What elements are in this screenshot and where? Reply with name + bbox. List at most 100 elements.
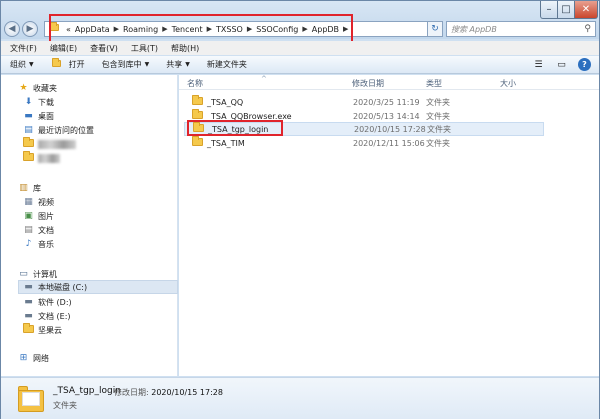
chevron-right-icon[interactable]: ▶: [112, 25, 121, 33]
forward-button[interactable]: ▶: [22, 21, 38, 37]
breadcrumb-prefix[interactable]: «: [64, 25, 73, 34]
breadcrumb: « AppData ▶ Roaming ▶ Tencent ▶ TXSSO ▶ SSOC…: [45, 22, 350, 34]
chevron-right-icon[interactable]: ▶: [300, 25, 309, 33]
file-type: 文件夹: [427, 124, 451, 134]
open-button[interactable]: 打开: [51, 57, 85, 70]
menu-tools[interactable]: 工具(T): [131, 43, 158, 54]
nav-favorites[interactable]: ★ 收藏夹: [18, 81, 57, 95]
details-name: _TSA_tgp_login: [53, 386, 121, 396]
desktop-icon: ▬: [24, 111, 33, 121]
document-icon: ▤: [24, 225, 33, 235]
explorer-window: – □ ✕ ◀ ▶ « AppData ▶ Roaming ▶ Tencent ▶ T…: [0, 0, 600, 419]
music-icon: ♪: [25, 239, 32, 249]
file-date: 2020/3/25 11:19: [353, 97, 420, 107]
maximize-button[interactable]: □: [557, 1, 575, 19]
file-type: 文件夹: [426, 111, 450, 121]
nav-pictures-label: 图片: [38, 211, 54, 221]
title-bar: – □ ✕ ◀ ▶ « AppData ▶ Roaming ▶ Tencent ▶ T…: [1, 1, 599, 39]
nav-music[interactable]: ♪ 音乐: [23, 237, 54, 251]
search-icon[interactable]: ⚲: [584, 24, 591, 34]
nav-recent[interactable]: ▤ 最近访问的位置: [23, 123, 94, 137]
include-label: 包含到库中: [101, 60, 142, 69]
nav-drive-e[interactable]: ▬ 文档 (E:): [23, 309, 71, 323]
table-row[interactable]: _TSA_QQBrowser.exe 2020/5/13 14:14 文件夹: [184, 109, 544, 123]
drive-icon: ▬: [24, 297, 33, 307]
large-folder-icon: [18, 386, 44, 412]
dropdown-arrow-icon: ▼: [185, 61, 190, 68]
column-type[interactable]: 类型: [426, 78, 442, 89]
nav-computer[interactable]: ▭ 计算机: [18, 267, 57, 281]
nav-drive-d-label: 软件 (D:): [38, 297, 72, 307]
file-name: _TSA_TIM: [207, 138, 245, 148]
breadcrumb-appdb[interactable]: AppDB: [310, 25, 341, 34]
redacted-label: [38, 153, 60, 163]
share-button[interactable]: 共享 ▼: [166, 59, 190, 70]
file-type: 文件夹: [426, 97, 450, 107]
chevron-right-icon[interactable]: ▶: [245, 25, 254, 33]
column-size[interactable]: 大小: [500, 78, 516, 89]
menu-view[interactable]: 查看(V): [90, 43, 118, 54]
menu-help[interactable]: 帮助(H): [171, 43, 199, 54]
open-label: 打开: [68, 60, 85, 69]
folder-icon: [23, 151, 34, 163]
nav-libraries-label: 库: [33, 183, 41, 193]
refresh-button[interactable]: ↻: [427, 21, 443, 37]
search-box[interactable]: 搜索 AppDB ⚲: [446, 21, 596, 37]
details-pane: _TSA_tgp_login 修改日期: 2020/10/15 17:28 文件…: [1, 377, 599, 419]
chevron-right-icon[interactable]: ▶: [160, 25, 169, 33]
file-name: _TSA_QQBrowser.exe: [207, 111, 292, 121]
breadcrumb-appdata[interactable]: AppData: [73, 25, 112, 34]
sort-arrow-icon: ^: [261, 75, 267, 83]
drive-icon: ▬: [24, 282, 33, 292]
column-header-row: 名称 修改日期 类型 大小 ^: [179, 75, 599, 90]
breadcrumb-tencent[interactable]: Tencent: [170, 25, 205, 34]
help-icon[interactable]: ?: [578, 58, 591, 71]
nav-drive-e-label: 文档 (E:): [38, 311, 71, 321]
nav-drive-c[interactable]: ▬ 本地磁盘 (C:): [18, 280, 178, 294]
nav-blurred-1[interactable]: [23, 137, 76, 151]
include-in-library-button[interactable]: 包含到库中 ▼: [102, 59, 150, 70]
navigation-pane: ★ 收藏夹 ⬇ 下载 ▬ 桌面 ▤ 最近访问的位置 ▥ 库 ▦ 视频 ▣ 图片 ▤ 文档 ♪ 音乐…: [1, 75, 178, 376]
nav-downloads-label: 下载: [38, 97, 54, 107]
menu-file[interactable]: 文件(F): [10, 43, 37, 54]
chevron-right-icon[interactable]: ▶: [205, 25, 214, 33]
breadcrumb-txsso[interactable]: TXSSO: [214, 25, 245, 34]
nav-blurred-2[interactable]: [23, 151, 60, 165]
dropdown-arrow-icon: ▼: [29, 61, 34, 68]
column-date[interactable]: 修改日期: [352, 78, 384, 89]
star-icon: ★: [19, 83, 28, 93]
forward-arrow-icon: ▶: [26, 24, 34, 34]
table-row-selected[interactable]: _TSA_tgp_login 2020/10/15 17:28 文件夹: [184, 122, 544, 136]
minimize-button[interactable]: –: [540, 1, 558, 19]
nav-downloads[interactable]: ⬇ 下载: [23, 95, 54, 109]
file-date: 2020/12/11 15:06: [353, 138, 425, 148]
nav-videos[interactable]: ▦ 视频: [23, 195, 54, 209]
menu-edit[interactable]: 编辑(E): [50, 43, 77, 54]
close-button[interactable]: ✕: [574, 1, 598, 19]
nav-drive-c-label: 本地磁盘 (C:): [38, 282, 88, 292]
nav-libraries[interactable]: ▥ 库: [18, 181, 41, 195]
toolbar-right: ☰ ▭ ?: [532, 58, 591, 71]
nav-network[interactable]: ⊞ 网络: [18, 351, 49, 365]
preview-pane-icon[interactable]: ▭: [555, 58, 568, 71]
nav-pictures[interactable]: ▣ 图片: [23, 209, 54, 223]
new-folder-button[interactable]: 新建文件夹: [207, 59, 247, 70]
organize-button[interactable]: 组织 ▼: [10, 59, 34, 70]
nav-computer-label: 计算机: [33, 269, 57, 279]
breadcrumb-roaming[interactable]: Roaming: [121, 25, 160, 34]
nav-desktop[interactable]: ▬ 桌面: [23, 109, 54, 123]
table-row[interactable]: _TSA_TIM 2020/12/11 15:06 文件夹: [184, 136, 544, 150]
back-button[interactable]: ◀: [4, 21, 20, 37]
table-row[interactable]: _TSA_QQ 2020/3/25 11:19 文件夹: [184, 95, 544, 109]
folder-icon: [49, 22, 60, 34]
details-type: 文件夹: [53, 401, 77, 410]
menu-bar: 文件(F) 编辑(E) 查看(V) 工具(T) 帮助(H): [1, 41, 599, 55]
nav-documents[interactable]: ▤ 文档: [23, 223, 54, 237]
address-bar[interactable]: « AppData ▶ Roaming ▶ Tencent ▶ TXSSO ▶ SSOC…: [44, 21, 441, 37]
nav-nutstore[interactable]: 坚果云: [23, 323, 62, 337]
breadcrumb-ssoconfig[interactable]: SSOConfig: [254, 25, 300, 34]
chevron-right-icon[interactable]: ▶: [341, 25, 350, 33]
view-options-icon[interactable]: ☰: [532, 58, 545, 71]
nav-drive-d[interactable]: ▬ 软件 (D:): [23, 295, 72, 309]
column-name[interactable]: 名称: [187, 78, 203, 89]
